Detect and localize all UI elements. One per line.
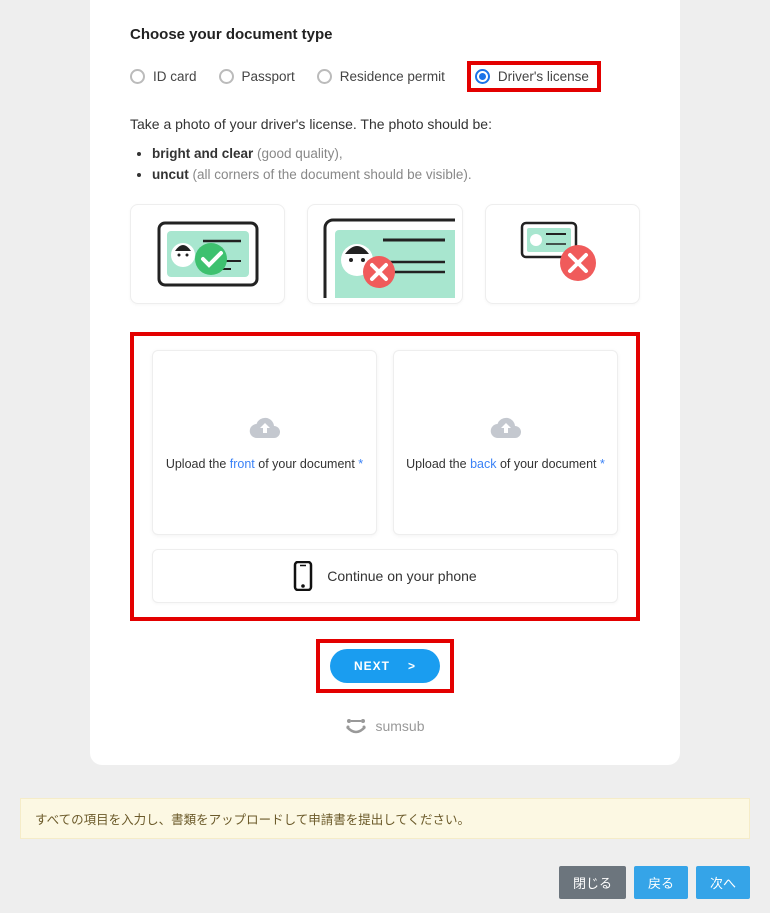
radio-label: Passport [242, 69, 295, 84]
next-arrow-icon: > [408, 659, 416, 673]
req-rest: (good quality), [253, 146, 342, 161]
close-button[interactable]: 閉じる [559, 866, 626, 899]
req-bold: bright and clear [152, 146, 253, 161]
radio-id-card[interactable]: ID card [130, 69, 197, 84]
upload-front-card[interactable]: Upload the front of your document * [152, 350, 377, 535]
upload-section: Upload the front of your document * Uplo… [130, 332, 640, 621]
radio-drivers-license[interactable]: Driver's license [467, 61, 601, 92]
good-doc-icon [153, 217, 263, 291]
radio-residence-permit[interactable]: Residence permit [317, 69, 445, 84]
warning-banner: すべての項目を入力し、書類をアップロードして申請書を提出してください。 [20, 798, 750, 839]
instruction-text: Take a photo of your driver's license. T… [130, 116, 640, 132]
cloud-upload-icon [490, 415, 522, 441]
verification-modal: Choose your document type ID card Passpo… [90, 0, 680, 765]
next-label: NEXT [354, 659, 390, 673]
txt-accent: back [470, 457, 496, 471]
next-highlight: NEXT > [316, 639, 454, 693]
list-item: bright and clear (good quality), [152, 146, 640, 161]
upload-back-card[interactable]: Upload the back of your document * [393, 350, 618, 535]
example-images-row [130, 204, 640, 304]
upload-back-text: Upload the back of your document * [406, 457, 605, 471]
upload-front-text: Upload the front of your document * [166, 457, 363, 471]
next-button[interactable]: NEXT > [330, 649, 440, 683]
forward-button[interactable]: 次へ [696, 866, 750, 899]
txt: Upload the [166, 457, 230, 471]
bad-cut-icon [315, 210, 455, 298]
next-wrap: NEXT > [130, 639, 640, 693]
radio-icon [130, 69, 145, 84]
radio-icon-checked [475, 69, 490, 84]
continue-phone-label: Continue on your phone [327, 568, 476, 584]
sumsub-logo-icon [345, 717, 367, 735]
brand-footer: sumsub [130, 717, 640, 735]
upload-row: Upload the front of your document * Uplo… [152, 350, 618, 535]
doc-type-title: Choose your document type [130, 26, 640, 43]
brand-name: sumsub [375, 718, 424, 734]
radio-label: Driver's license [498, 69, 589, 84]
req-bold: uncut [152, 167, 189, 182]
example-bad-small [485, 204, 640, 304]
txt: Upload the [406, 457, 470, 471]
radio-label: ID card [153, 69, 197, 84]
requirements-list: bright and clear (good quality), uncut (… [152, 146, 640, 182]
req-rest: (all corners of the document should be v… [189, 167, 472, 182]
cloud-upload-icon [249, 415, 281, 441]
txt: of your document [496, 457, 600, 471]
warning-text: すべての項目を入力し、書類をアップロードして申請書を提出してください。 [35, 813, 470, 827]
continue-on-phone-card[interactable]: Continue on your phone [152, 549, 618, 603]
footer-buttons: 閉じる 戻る 次へ [559, 866, 750, 899]
phone-icon [293, 561, 313, 591]
radio-icon [317, 69, 332, 84]
doc-type-radio-group: ID card Passport Residence permit Driver… [130, 61, 640, 92]
bad-small-icon [502, 217, 622, 291]
required-star: * [600, 457, 605, 471]
back-button[interactable]: 戻る [634, 866, 688, 899]
txt: of your document [255, 457, 359, 471]
radio-label: Residence permit [340, 69, 445, 84]
list-item: uncut (all corners of the document shoul… [152, 167, 640, 182]
radio-icon [219, 69, 234, 84]
example-good [130, 204, 285, 304]
required-star: * [358, 457, 363, 471]
txt-accent: front [230, 457, 255, 471]
example-bad-cut [307, 204, 462, 304]
radio-passport[interactable]: Passport [219, 69, 295, 84]
